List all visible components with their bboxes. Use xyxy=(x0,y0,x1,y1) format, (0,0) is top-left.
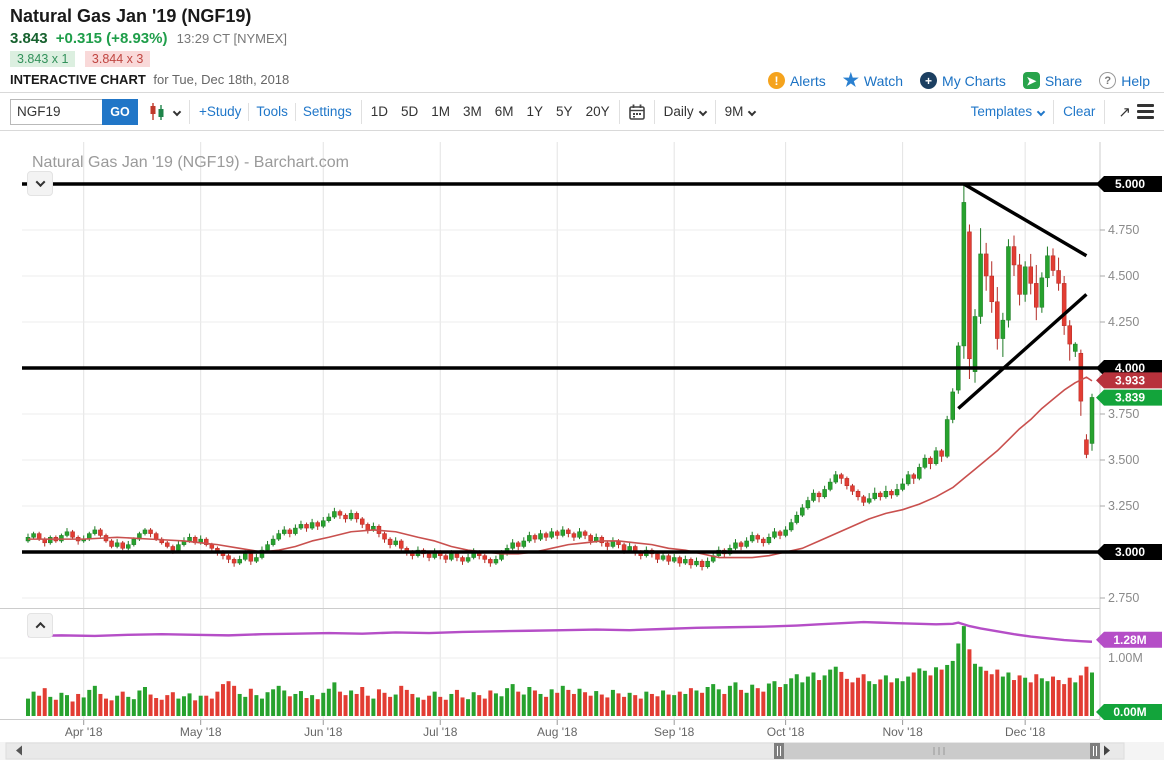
red-ma-line xyxy=(28,376,1093,559)
watch-label: Watch xyxy=(863,72,904,89)
help-icon: ? xyxy=(1099,72,1117,89)
svg-text:3.750: 3.750 xyxy=(1108,407,1139,421)
quote-header: Natural Gas Jan '19 (NGF19) 3.843 +0.315… xyxy=(0,0,1164,93)
svg-text:3.250: 3.250 xyxy=(1108,499,1139,513)
range-1d[interactable]: 1D xyxy=(371,104,388,119)
range-buttons: 1D 5D 1M 3M 6M 1Y 5Y 20Y xyxy=(371,104,610,119)
collapse-price-panel-button[interactable] xyxy=(27,171,53,196)
range-1y[interactable]: 1Y xyxy=(527,104,544,119)
chevron-down-icon xyxy=(748,107,757,116)
range-6m[interactable]: 6M xyxy=(495,104,514,119)
section-date: for Tue, Dec 18th, 2018 xyxy=(153,72,290,87)
chevron-down-icon xyxy=(1036,107,1046,116)
my-charts-label: My Charts xyxy=(942,72,1006,89)
plus-circle-icon: + xyxy=(920,72,938,89)
help-label: Help xyxy=(1121,72,1150,89)
chart-toolbar: GO +Study Tools Settings 1D 5D 1M 3M 6M … xyxy=(0,93,1164,131)
share-link[interactable]: ➤ Share xyxy=(1022,72,1083,89)
svg-text:1.00M: 1.00M xyxy=(1108,651,1143,665)
svg-text:0.00M: 0.00M xyxy=(1113,705,1146,719)
frequency-dropdown[interactable]: Daily xyxy=(663,104,707,119)
alerts-label: Alerts xyxy=(789,72,826,89)
tools-button[interactable]: Tools xyxy=(256,104,288,119)
svg-text:4.500: 4.500 xyxy=(1108,269,1139,283)
templates-label: Templates xyxy=(970,104,1033,119)
add-study-button[interactable]: +Study xyxy=(199,104,241,119)
range-3m[interactable]: 3M xyxy=(463,104,482,119)
svg-text:Nov '18: Nov '18 xyxy=(882,725,923,739)
span-value: 9M xyxy=(724,104,744,119)
span-dropdown[interactable]: 9M xyxy=(724,104,757,119)
star-icon: ★ xyxy=(842,70,859,90)
clear-button[interactable]: Clear xyxy=(1063,104,1095,119)
svg-text:2.750: 2.750 xyxy=(1108,591,1139,605)
share-label: Share xyxy=(1044,72,1083,89)
range-1m[interactable]: 1M xyxy=(431,104,450,119)
svg-text:Sep '18: Sep '18 xyxy=(654,725,695,739)
alerts-link[interactable]: ! Alerts xyxy=(767,72,826,89)
svg-text:May '18: May '18 xyxy=(180,725,222,739)
svg-text:Jul '18: Jul '18 xyxy=(423,725,458,739)
svg-text:5.000: 5.000 xyxy=(1115,177,1145,191)
scrollbar-handle[interactable] xyxy=(774,743,784,759)
svg-text:4.750: 4.750 xyxy=(1108,223,1139,237)
svg-text:3.000: 3.000 xyxy=(1115,545,1145,559)
chart-scrollbar[interactable] xyxy=(0,742,1164,760)
volume-bars-layer xyxy=(26,626,1094,716)
header-actions: ! Alerts ★ Watch + My Charts ➤ Share ? H… xyxy=(767,70,1150,91)
range-5d[interactable]: 5D xyxy=(401,104,418,119)
chevron-down-icon[interactable] xyxy=(172,107,182,116)
templates-dropdown[interactable]: Templates xyxy=(970,104,1046,119)
last-price: 3.843 xyxy=(10,30,48,47)
svg-text:3.933: 3.933 xyxy=(1115,373,1145,387)
pop-out-arrow-icon[interactable]: ↗ xyxy=(1118,103,1131,121)
chart-type-icon[interactable] xyxy=(148,103,168,120)
open-interest-line xyxy=(27,620,1093,643)
symbol-input[interactable] xyxy=(10,98,102,125)
bid-ask-line: 3.843 x 1 3.844 x 3 xyxy=(10,51,1154,67)
svg-text:3.500: 3.500 xyxy=(1108,453,1139,467)
ask-badge: 3.844 x 3 xyxy=(84,51,151,67)
expand-volume-panel-button[interactable] xyxy=(27,613,53,638)
calendar-icon[interactable] xyxy=(628,104,645,120)
grid-layer xyxy=(0,142,1101,720)
chevron-down-icon xyxy=(35,177,45,188)
quote-line: 3.843 +0.315 (+8.93%) 13:29 CT [NYMEX] xyxy=(10,30,1154,47)
watch-link[interactable]: ★ Watch xyxy=(843,70,903,91)
chart-canvas[interactable]: Natural Gas Jan '19 (NGF19) - Barchart.c… xyxy=(0,136,1164,764)
svg-text:Aug '18: Aug '18 xyxy=(537,725,578,739)
chevron-down-icon xyxy=(698,107,707,116)
scrollbar-handle[interactable] xyxy=(1090,743,1100,759)
svg-text:Oct '18: Oct '18 xyxy=(767,725,805,739)
chevron-up-icon xyxy=(35,621,45,632)
svg-text:Apr '18: Apr '18 xyxy=(65,725,103,739)
share-icon: ➤ xyxy=(1022,72,1040,89)
price-change: +0.315 (+8.93%) xyxy=(55,30,168,47)
bid-badge: 3.843 x 1 xyxy=(10,51,76,67)
annotations-layer xyxy=(22,182,1100,554)
menu-icon[interactable] xyxy=(1137,104,1154,119)
frequency-value: Daily xyxy=(663,104,694,119)
chart-watermark: Natural Gas Jan '19 (NGF19) - Barchart.c… xyxy=(32,154,349,171)
page-title: Natural Gas Jan '19 (NGF19) xyxy=(10,6,252,26)
range-20y[interactable]: 20Y xyxy=(586,104,610,119)
svg-text:Dec '18: Dec '18 xyxy=(1005,725,1046,739)
time-axis: Apr '18 May '18 Jun '18 Jul '18 Aug '18 Sep '… xyxy=(65,720,1046,739)
svg-text:4.250: 4.250 xyxy=(1108,315,1139,329)
help-link[interactable]: ? Help xyxy=(1099,72,1150,89)
candles-layer xyxy=(25,184,1095,571)
interactive-chart[interactable]: Natural Gas Jan '19 (NGF19) - Barchart.c… xyxy=(0,136,1164,764)
go-button[interactable]: GO xyxy=(102,98,138,125)
price-axis: 4.750 4.500 4.250 3.750 3.500 3.250 2.750 5.000… xyxy=(1096,176,1162,720)
svg-text:Jun '18: Jun '18 xyxy=(304,725,343,739)
svg-text:1.28M: 1.28M xyxy=(1113,633,1146,647)
svg-text:3.839: 3.839 xyxy=(1115,391,1145,405)
settings-button[interactable]: Settings xyxy=(303,104,352,119)
my-charts-link[interactable]: + My Charts xyxy=(920,72,1006,89)
range-5y[interactable]: 5Y xyxy=(556,104,573,119)
quote-time: 13:29 CT [NYMEX] xyxy=(176,31,287,46)
alert-icon: ! xyxy=(767,72,785,89)
section-label: INTERACTIVE CHART xyxy=(10,72,146,87)
